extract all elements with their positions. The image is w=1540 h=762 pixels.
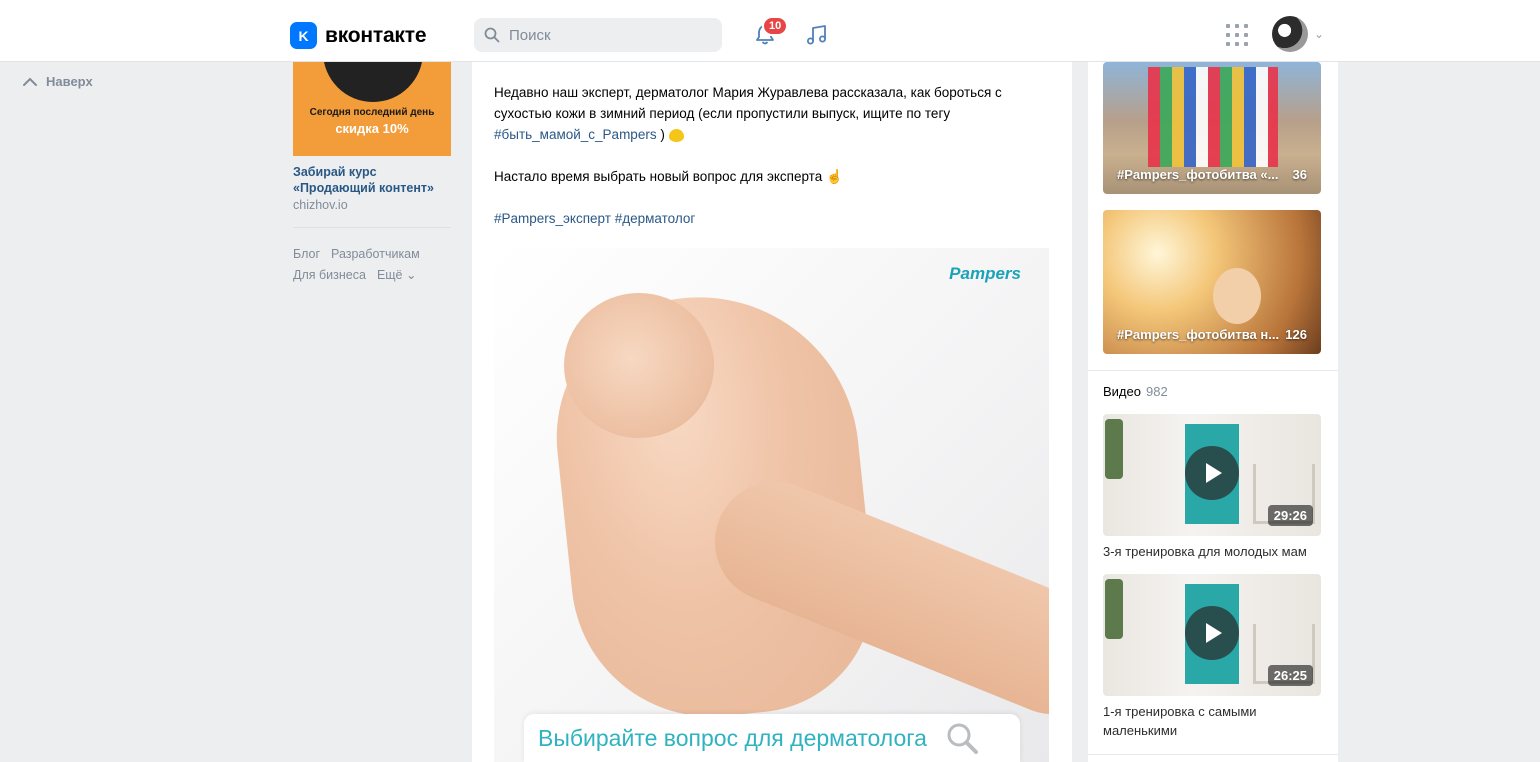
- yellow-heart-icon: [668, 128, 684, 142]
- ad-banner-line1: Сегодня последний день: [309, 107, 435, 118]
- video-duration: 29:26: [1267, 505, 1313, 526]
- hashtag-link[interactable]: #быть_мамой_с_Pampers: [494, 127, 657, 142]
- videos-header[interactable]: Видео 982: [1103, 384, 1168, 399]
- ad-banner-line2: скидка 10%: [335, 121, 409, 136]
- music-icon[interactable]: [804, 22, 830, 48]
- search-placeholder: Поиск: [509, 26, 551, 44]
- pampers-logo: Pampers: [949, 264, 1021, 283]
- image-caption-bar: Выбирайте вопрос для дерматолога: [524, 714, 1020, 762]
- footer-link-blog[interactable]: Блог: [293, 247, 320, 261]
- post-hashtags[interactable]: #Pampers_эксперт #дерматолог: [494, 208, 1044, 229]
- ad-title-link[interactable]: Забирай курс «Продающий контент»: [293, 164, 453, 196]
- photo-album-count: 126: [1285, 327, 1307, 342]
- post-paragraph-2: Настало время выбрать новый вопрос для э…: [494, 169, 823, 184]
- video-title-2[interactable]: 1-я тренировка с самыми маленькими: [1103, 702, 1323, 740]
- divider: [1088, 370, 1338, 371]
- videos-count: 982: [1145, 384, 1168, 399]
- right-sidebar: #Pampers_фотобитва «... 36 #Pampers_фотоб…: [1088, 62, 1338, 762]
- scroll-to-top-button[interactable]: Наверх: [22, 74, 93, 89]
- scroll-to-top-label: Наверх: [46, 74, 93, 89]
- search-input[interactable]: Поиск: [474, 18, 722, 52]
- baby-head: [564, 293, 714, 438]
- pointing-hand-icon: ☝: [826, 169, 843, 184]
- play-icon: [1185, 446, 1239, 500]
- top-header: K вконтакте Поиск 10 ⌄: [0, 0, 1540, 62]
- photo-album-2[interactable]: #Pampers_фотобитва н... 126: [1103, 210, 1321, 354]
- vk-logo-text: вконтакте: [325, 23, 427, 47]
- videos-title: Видео: [1103, 384, 1141, 399]
- ad-banner-image[interactable]: Сегодня последний день скидка 10%: [293, 62, 451, 156]
- photo-album-1[interactable]: #Pampers_фотобитва «... 36: [1103, 62, 1321, 194]
- magnifier-icon: [947, 723, 978, 754]
- video-thumbnail-1[interactable]: 29:26: [1103, 414, 1321, 536]
- footer-link-more[interactable]: Ещё ⌄: [377, 268, 417, 282]
- search-icon: [484, 27, 500, 43]
- divider: [293, 227, 451, 228]
- divider: [1088, 754, 1338, 755]
- vk-logo[interactable]: K вконтакте: [290, 22, 426, 49]
- footer-link-business[interactable]: Для бизнеса: [293, 268, 366, 282]
- post-paragraph-1: Недавно наш эксперт, дерматолог Мария Жу…: [494, 85, 1002, 121]
- post-text: Недавно наш эксперт, дерматолог Мария Жу…: [494, 82, 1044, 250]
- video-thumbnail-2[interactable]: 26:25: [1103, 574, 1321, 696]
- video-title-1[interactable]: 3-я тренировка для молодых мам: [1103, 542, 1323, 561]
- play-icon: [1185, 606, 1239, 660]
- image-caption: Выбирайте вопрос для дерматолога: [538, 724, 927, 751]
- notifications-badge: 10: [762, 16, 789, 36]
- photo-album-title: #Pampers_фотобитва н...: [1117, 327, 1280, 342]
- user-avatar[interactable]: [1272, 16, 1308, 52]
- vk-logo-icon: K: [290, 22, 317, 49]
- apps-grid-icon[interactable]: [1226, 24, 1248, 46]
- footer-links: Блог Разработчикам Для бизнеса Ещё ⌄: [293, 244, 463, 286]
- chevron-up-icon: [23, 77, 37, 86]
- photo-album-title: #Pampers_фотобитва «...: [1117, 167, 1279, 182]
- post-image[interactable]: Pampers Выбирайте вопрос для дерматолога: [494, 248, 1049, 762]
- feed-post: Недавно наш эксперт, дерматолог Мария Жу…: [472, 62, 1072, 762]
- footer-link-developers[interactable]: Разработчикам: [331, 247, 420, 261]
- photo-album-count: 36: [1292, 167, 1307, 182]
- chevron-down-icon[interactable]: ⌄: [1314, 27, 1324, 41]
- ad-domain: chizhov.io: [293, 198, 348, 212]
- video-duration: 26:25: [1267, 665, 1313, 686]
